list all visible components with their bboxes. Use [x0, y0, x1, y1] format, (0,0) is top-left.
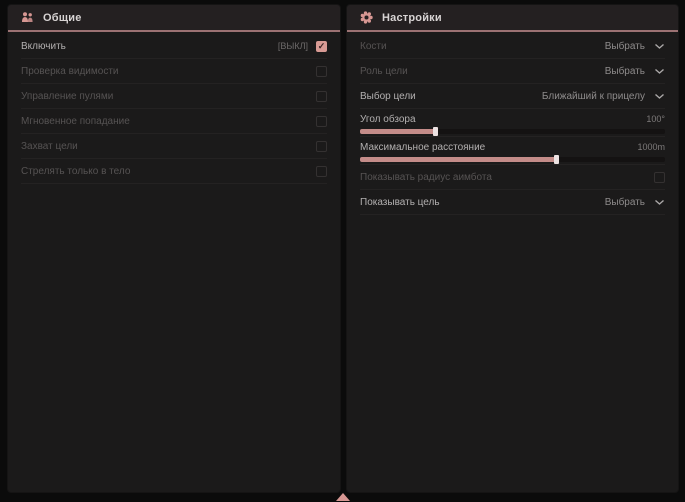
row-target-lock-label: Захват цели — [21, 141, 78, 152]
chevron-down-icon — [654, 43, 665, 50]
row-bullet-control[interactable]: Управление пулями — [21, 84, 327, 109]
row-show-target-dropdown-value: Выбрать — [605, 197, 645, 208]
row-target-role[interactable]: Роль цели Выбрать — [360, 59, 665, 84]
fov-slider[interactable] — [360, 129, 665, 134]
row-enable[interactable]: Включить [ВЫКЛ] ✓ — [21, 34, 327, 59]
row-target-lock[interactable]: Захват цели — [21, 134, 327, 159]
row-instant-hit-label: Мгновенное попадание — [21, 116, 130, 127]
panel-general-body: Включить [ВЫКЛ] ✓ Проверка видимости Упр… — [8, 32, 340, 184]
row-target-role-label: Роль цели — [360, 66, 408, 77]
max-distance-slider-handle[interactable] — [554, 155, 559, 164]
panel-settings-header: Настройки — [347, 5, 678, 32]
row-body-only-checkbox[interactable] — [316, 166, 327, 177]
row-show-target-dropdown[interactable]: Выбрать — [605, 197, 665, 208]
row-max-distance-value: 1000m — [637, 142, 665, 152]
row-show-aimbot-radius[interactable]: Показывать радиус аимбота — [360, 165, 665, 190]
row-visibility-check-checkbox[interactable] — [316, 66, 327, 77]
max-distance-slider-fill — [360, 157, 557, 162]
row-target-selection-dropdown[interactable]: Ближайший к прицелу — [542, 91, 665, 102]
row-instant-hit[interactable]: Мгновенное попадание — [21, 109, 327, 134]
menu-background: Общие Включить [ВЫКЛ] ✓ Проверка видимос… — [0, 0, 685, 502]
panel-general-title: Общие — [43, 12, 82, 24]
fov-slider-fill — [360, 129, 436, 134]
row-bullet-control-checkbox[interactable] — [316, 91, 327, 102]
row-target-selection-dropdown-value: Ближайший к прицелу — [542, 91, 645, 102]
row-target-selection-label: Выбор цели — [360, 91, 416, 102]
row-body-only-label: Стрелять только в тело — [21, 166, 130, 177]
row-max-distance: Максимальное расстояние 1000m — [360, 137, 665, 165]
chevron-down-icon — [654, 199, 665, 206]
row-show-aimbot-radius-checkbox[interactable] — [654, 172, 665, 183]
chevron-down-icon — [654, 93, 665, 100]
panel-general: Общие Включить [ВЫКЛ] ✓ Проверка видимос… — [8, 5, 340, 492]
row-bones[interactable]: Кости Выбрать — [360, 34, 665, 59]
row-target-role-dropdown[interactable]: Выбрать — [605, 66, 665, 77]
row-instant-hit-checkbox[interactable] — [316, 116, 327, 127]
row-visibility-check-label: Проверка видимости — [21, 66, 119, 77]
row-enable-checkbox[interactable]: ✓ — [316, 41, 327, 52]
row-bones-dropdown[interactable]: Выбрать — [605, 41, 665, 52]
panel-settings: Настройки Кости Выбрать Роль цели Выбрат… — [347, 5, 678, 492]
row-show-target-label: Показывать цель — [360, 197, 440, 208]
max-distance-slider[interactable] — [360, 157, 665, 162]
row-target-role-dropdown-value: Выбрать — [605, 66, 645, 77]
panel-settings-body: Кости Выбрать Роль цели Выбрать — [347, 32, 678, 215]
row-fov-label: Угол обзора — [360, 114, 416, 125]
row-fov-value: 100° — [646, 114, 665, 124]
chevron-down-icon — [654, 68, 665, 75]
row-body-only[interactable]: Стрелять только в тело — [21, 159, 327, 184]
panel-general-header: Общие — [8, 5, 340, 32]
row-bones-dropdown-value: Выбрать — [605, 41, 645, 52]
row-show-aimbot-radius-label: Показывать радиус аимбота — [360, 172, 492, 183]
row-visibility-check[interactable]: Проверка видимости — [21, 59, 327, 84]
row-target-lock-checkbox[interactable] — [316, 141, 327, 152]
panel-settings-title: Настройки — [382, 12, 442, 24]
row-enable-keybind: [ВЫКЛ] — [278, 41, 308, 51]
triangle-up-icon[interactable] — [336, 493, 350, 501]
row-show-target[interactable]: Показывать цель Выбрать — [360, 190, 665, 215]
row-bullet-control-label: Управление пулями — [21, 91, 113, 102]
row-enable-label: Включить — [21, 41, 66, 52]
gear-icon — [360, 11, 373, 24]
row-max-distance-label: Максимальное расстояние — [360, 142, 485, 153]
fov-slider-handle[interactable] — [433, 127, 438, 136]
row-fov: Угол обзора 100° — [360, 109, 665, 137]
row-target-selection[interactable]: Выбор цели Ближайший к прицелу — [360, 84, 665, 109]
people-icon — [21, 11, 34, 24]
row-bones-label: Кости — [360, 41, 387, 52]
